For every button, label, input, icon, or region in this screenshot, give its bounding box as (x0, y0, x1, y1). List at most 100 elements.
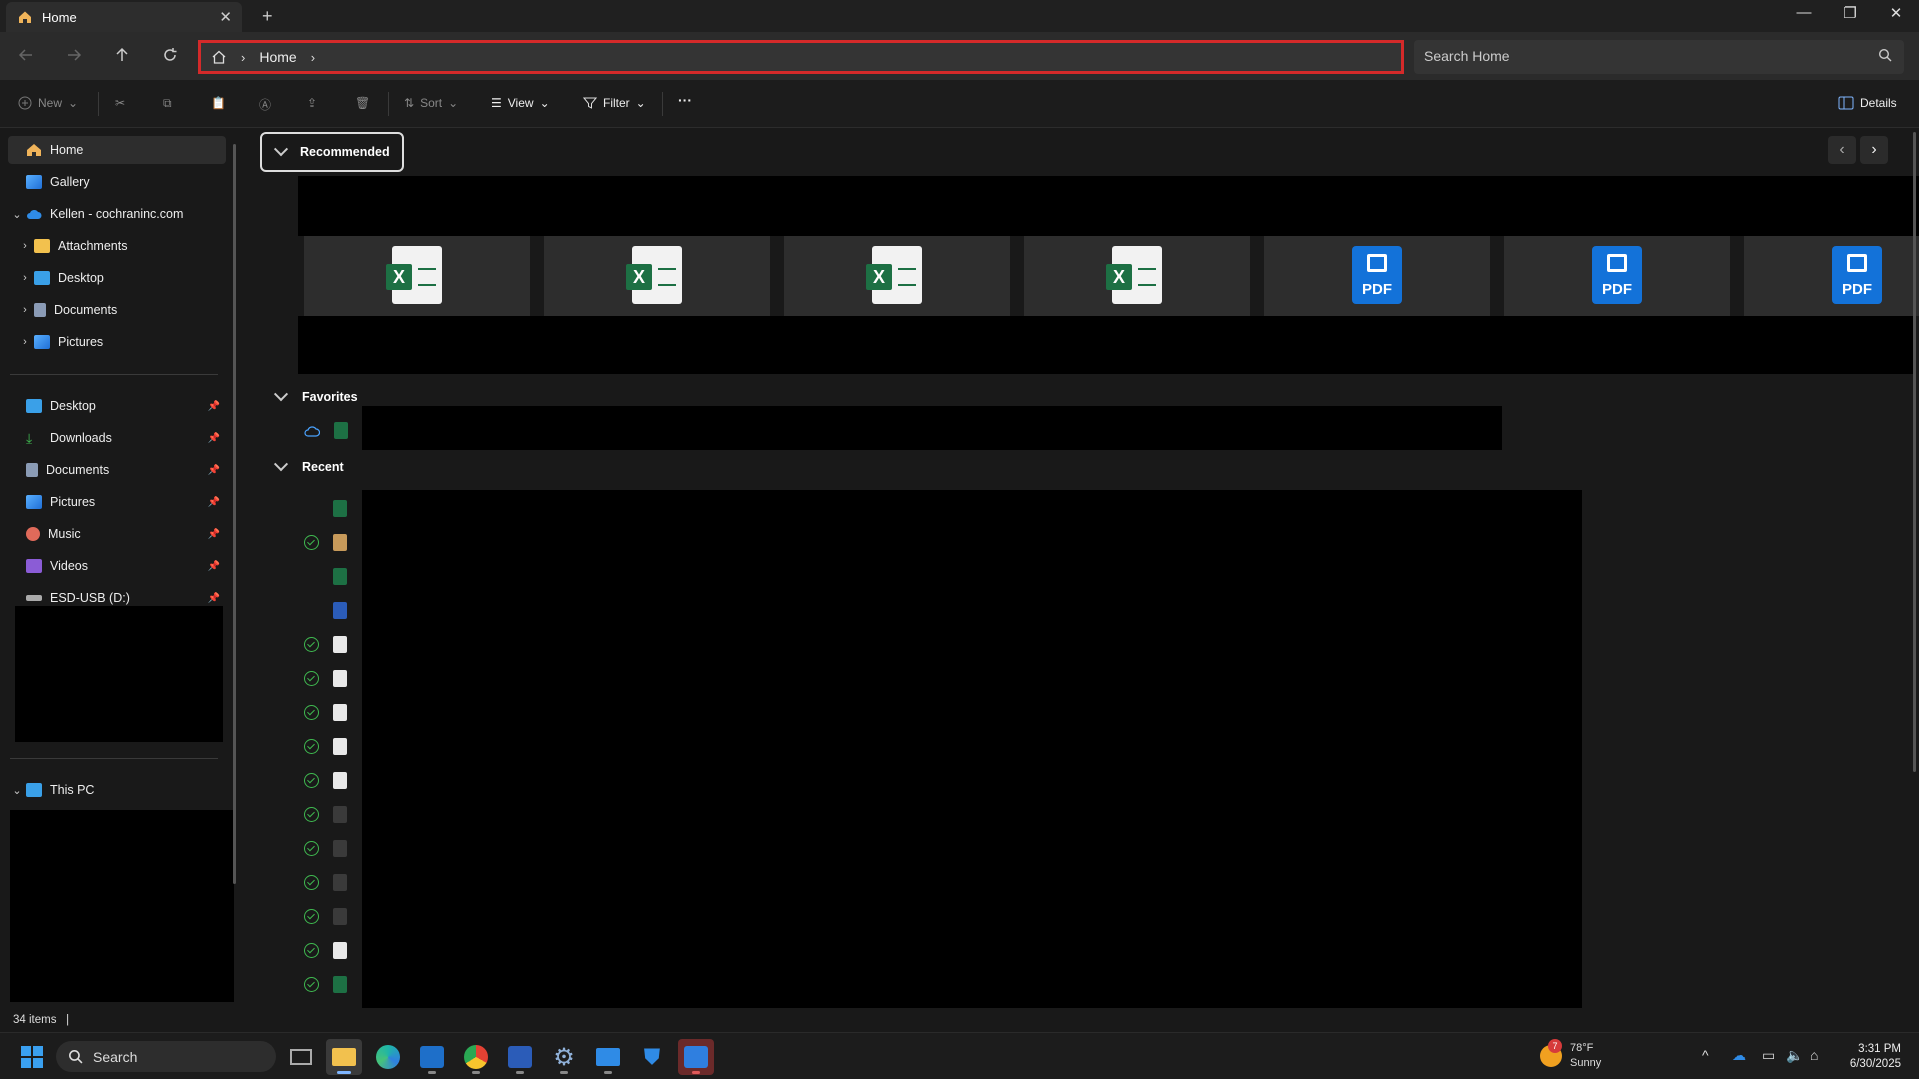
share-button[interactable]: ⇪ (307, 96, 317, 110)
next-page-button[interactable]: › (1860, 136, 1888, 164)
home-outline-icon[interactable] (211, 49, 227, 65)
recent-file-row[interactable] (304, 772, 347, 789)
sidebar-item-this-pc[interactable]: ⌄ This PC (8, 776, 226, 804)
remote-desktop-app[interactable] (590, 1039, 626, 1075)
new-tab-button[interactable]: + (262, 6, 273, 27)
sidebar-item-downloads[interactable]: ⤓ Downloads 📌 (8, 424, 226, 452)
pin-icon[interactable]: 📌 (208, 529, 220, 540)
sidebar-item-attachments[interactable]: › Attachments (16, 232, 234, 260)
recent-file-row[interactable] (304, 568, 347, 585)
defender-app[interactable]: ⛊ (634, 1039, 670, 1075)
breadcrumb-chevron[interactable]: › (311, 50, 315, 65)
sidebar-item-videos[interactable]: Videos 📌 (8, 552, 226, 580)
paste-button[interactable]: 📋 (211, 96, 226, 110)
outlook-alt-app[interactable] (678, 1039, 714, 1075)
sidebar-item-gallery[interactable]: Gallery (8, 168, 226, 196)
pin-icon[interactable]: 📌 (208, 593, 220, 604)
favorite-row[interactable] (304, 422, 348, 439)
sidebar-item-documents-cloud[interactable]: › Documents (16, 296, 234, 324)
recent-file-row[interactable] (304, 704, 347, 721)
recent-file-row[interactable] (304, 976, 347, 993)
recommended-file-card[interactable]: X (304, 236, 530, 316)
recommended-file-card[interactable]: X (784, 236, 1010, 316)
details-button[interactable]: Details (1838, 96, 1897, 110)
forward-button[interactable] (62, 46, 86, 68)
chevron-right-icon[interactable]: › (16, 336, 34, 348)
up-button[interactable] (110, 46, 134, 68)
previous-page-button[interactable]: ‹ (1828, 136, 1856, 164)
tab-close-button[interactable]: ✕ (219, 8, 232, 26)
content-scrollbar[interactable] (1913, 132, 1916, 772)
close-button[interactable]: ✕ (1876, 4, 1916, 22)
recent-file-row[interactable] (304, 738, 347, 755)
back-button[interactable] (14, 46, 38, 68)
pin-icon[interactable]: 📌 (208, 433, 220, 444)
breadcrumb-separator[interactable]: › (241, 50, 245, 65)
show-hidden-icons-button[interactable]: ^ (1702, 1047, 1709, 1063)
file-explorer-app[interactable] (326, 1039, 362, 1075)
recent-file-row[interactable] (304, 670, 347, 687)
recent-file-row[interactable] (304, 840, 347, 857)
breadcrumb-home[interactable]: Home (259, 49, 296, 65)
sidebar-item-home[interactable]: Home (8, 136, 226, 164)
pin-icon[interactable]: 📌 (208, 561, 220, 572)
restore-button[interactable]: ❐ (1830, 4, 1870, 22)
view-button[interactable]: ☰ View ⌄ (491, 96, 550, 110)
copy-button[interactable]: ⧉ (163, 96, 172, 111)
recommended-header[interactable]: Recommended (260, 132, 404, 172)
filter-button[interactable]: Filter ⌄ (583, 96, 646, 110)
recent-file-row[interactable] (304, 534, 347, 551)
search-input[interactable]: Search Home (1414, 40, 1904, 74)
word-app[interactable] (502, 1039, 538, 1075)
chevron-down-icon[interactable]: ⌄ (8, 208, 26, 221)
pin-icon[interactable]: 📌 (208, 465, 220, 476)
recommended-file-card[interactable]: X (544, 236, 770, 316)
network-icon[interactable]: ⌂ (1810, 1047, 1818, 1063)
recent-file-row[interactable] (304, 636, 347, 653)
sidebar-item-desktop[interactable]: Desktop 📌 (8, 392, 226, 420)
outlook-app[interactable] (414, 1039, 450, 1075)
recommended-file-card[interactable]: PDF (1264, 236, 1490, 316)
favorites-header[interactable]: Favorites (273, 387, 358, 404)
recent-file-row[interactable] (304, 908, 347, 925)
chevron-right-icon[interactable]: › (16, 240, 34, 252)
edge-app[interactable] (370, 1039, 406, 1075)
recommended-file-card[interactable]: X (1024, 236, 1250, 316)
rename-button[interactable]: Ⓐ (259, 96, 271, 113)
display-icon[interactable]: ▭ (1762, 1047, 1775, 1064)
sidebar-item-documents[interactable]: Documents 📌 (8, 456, 226, 484)
pin-icon[interactable]: 📌 (208, 401, 220, 412)
chevron-right-icon[interactable]: › (16, 304, 34, 316)
task-view-button[interactable] (283, 1039, 319, 1075)
weather-widget[interactable]: 7 78°F Sunny (1540, 1039, 1601, 1071)
recent-header[interactable]: Recent (273, 457, 344, 474)
minimize-button[interactable]: — (1784, 4, 1824, 21)
address-bar[interactable]: › Home › (198, 40, 1404, 74)
sort-button[interactable]: ⇅ Sort ⌄ (404, 96, 458, 110)
chrome-app[interactable] (458, 1039, 494, 1075)
refresh-button[interactable] (158, 46, 182, 68)
sidebar-item-onedrive[interactable]: ⌄ Kellen - cochraninc.com (8, 200, 226, 228)
sidebar-item-music[interactable]: Music 📌 (8, 520, 226, 548)
clock[interactable]: 3:31 PM 6/30/2025 (1850, 1042, 1901, 1072)
recent-file-row[interactable] (304, 942, 347, 959)
sidebar-item-pictures-cloud[interactable]: › Pictures (16, 328, 234, 356)
onedrive-tray-icon[interactable]: ☁ (1732, 1047, 1746, 1064)
recent-file-row[interactable] (304, 806, 347, 823)
recommended-file-card[interactable]: PDF (1504, 236, 1730, 316)
recent-file-row[interactable] (304, 874, 347, 891)
chevron-right-icon[interactable]: › (16, 272, 34, 284)
delete-button[interactable]: 🗑 (355, 96, 370, 110)
recommended-file-card[interactable]: PDF (1744, 236, 1919, 316)
taskbar-search[interactable]: Search (56, 1041, 276, 1072)
search-icon[interactable] (1878, 48, 1892, 62)
settings-app[interactable]: ⚙ (546, 1039, 582, 1075)
recent-file-row[interactable] (304, 602, 347, 619)
recent-file-row[interactable] (304, 500, 347, 517)
chevron-down-icon[interactable]: ⌄ (8, 784, 26, 797)
cut-button[interactable]: ✂ (115, 96, 125, 110)
pin-icon[interactable]: 📌 (208, 497, 220, 508)
volume-icon[interactable]: 🔈 (1786, 1047, 1803, 1064)
new-button[interactable]: New ⌄ (18, 96, 78, 110)
sidebar-item-pictures[interactable]: Pictures 📌 (8, 488, 226, 516)
